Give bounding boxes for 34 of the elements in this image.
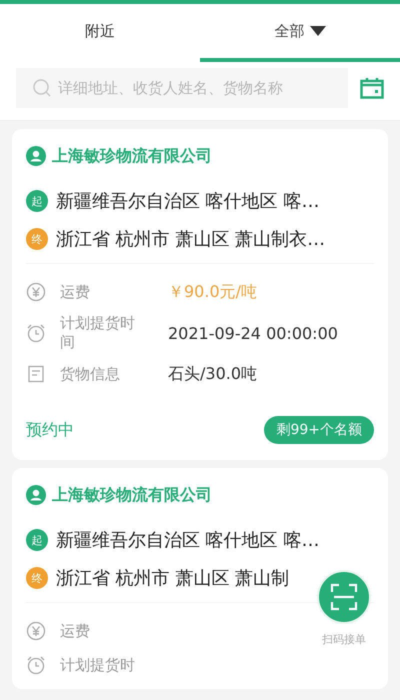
order-card[interactable]: 上海敏珍物流有限公司 起 新疆维吾尔自治区 喀什地区 喀… 终 浙江省 杭州市 萧山区 萧山制衣… 运费 ￥90.0元/吨 计划提货时间 2021-09-24 00:00:00 货物信息 石头/30.0吨 预约中 剩99+个名额 [12,129,388,460]
detail-value: 石头/30.0吨 [168,364,258,384]
scan-label: 扫码接单 [322,632,366,647]
yen-icon [26,282,46,302]
start-badge: 起 [26,190,48,212]
calendar-icon[interactable] [360,77,384,99]
search-icon [32,78,52,98]
person-icon [26,485,46,505]
detail-label: 计划提货时间 [60,314,136,352]
address: 新疆维吾尔自治区 喀什地区 喀… [56,529,320,552]
company-name: 上海敏珍物流有限公司 [52,484,212,506]
start-badge: 起 [26,529,48,551]
scan-icon [330,583,358,611]
person-icon [26,146,46,166]
document-icon [26,364,46,384]
quota-badge: 剩99+个名额 [264,416,374,444]
tab[interactable]: 附近 [0,4,200,62]
price: ￥90.0元/吨 [168,282,258,302]
address: 浙江省 杭州市 萧山区 萧山制 [56,567,290,590]
end-badge: 终 [26,567,48,589]
address: 新疆维吾尔自治区 喀什地区 喀… [56,190,320,213]
end-badge: 终 [26,228,48,250]
search-field[interactable]: 详细地址、收货人姓名、货物名称 [16,68,348,108]
detail-label: 计划提货时 [60,656,136,674]
detail-value: 2021-09-24 00:00:00 [168,324,338,342]
address: 浙江省 杭州市 萧山区 萧山制衣… [56,228,326,251]
detail-label: 运费 [60,622,91,640]
detail-label: 货物信息 [60,364,121,384]
company-name: 上海敏珍物流有限公司 [52,146,212,166]
alarm-clock-icon [26,323,46,343]
status-text: 预约中 [26,420,74,440]
alarm-clock-icon [26,655,46,675]
detail-label: 运费 [60,282,91,302]
yen-icon [26,621,46,641]
